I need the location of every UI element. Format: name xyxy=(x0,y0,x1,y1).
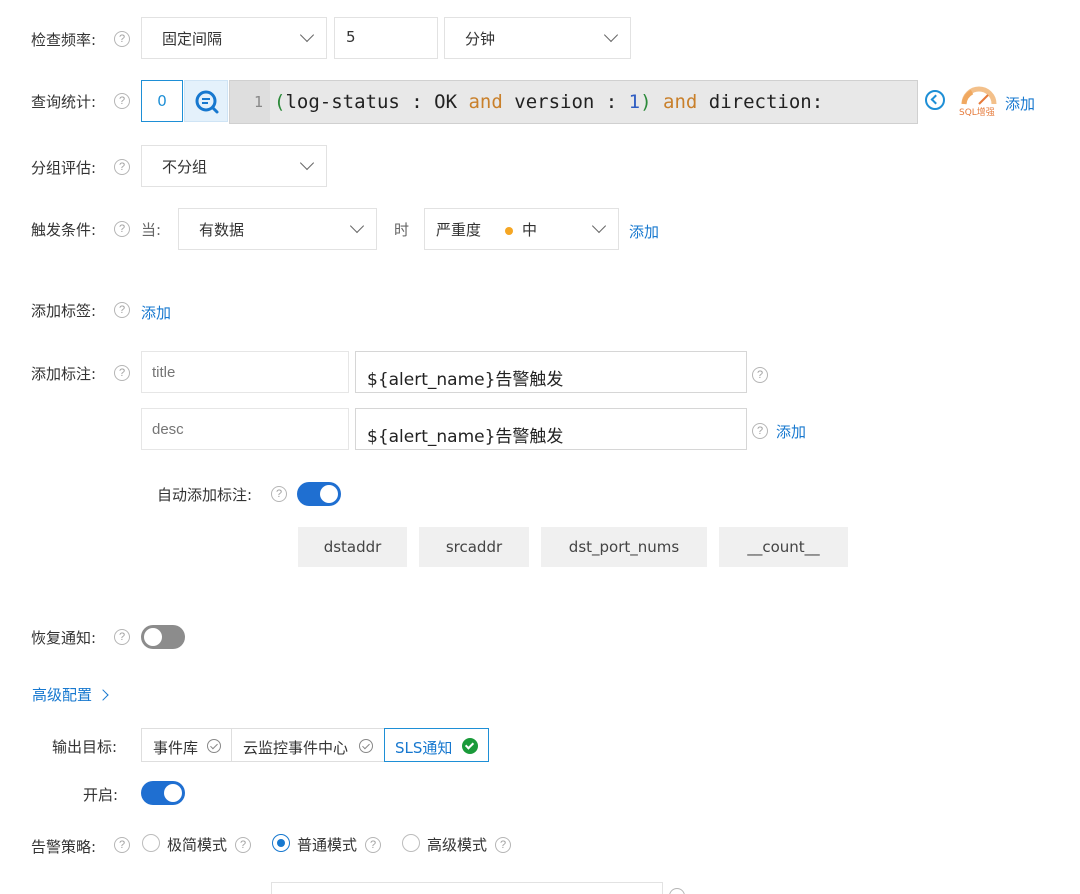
help-icon[interactable]: ? xyxy=(495,837,511,853)
annotation-value-text: ${alert_name}告警触发 xyxy=(367,427,564,447)
collapse-left-icon[interactable] xyxy=(925,90,945,110)
auto-field-tag[interactable]: dstaddr xyxy=(298,527,407,567)
trigger-label: 触发条件: xyxy=(31,221,97,239)
check-frequency-label: 检查频率: xyxy=(31,31,97,49)
help-icon[interactable]: ? xyxy=(365,837,381,853)
interval-input[interactable]: 5 xyxy=(334,17,438,59)
frequency-mode-select[interactable]: 固定间隔 xyxy=(141,17,327,59)
target-label: 云监控事件中心 xyxy=(243,739,349,757)
trigger-when-label: 当: xyxy=(141,221,162,239)
search-query-icon xyxy=(195,90,219,114)
policy-radio-advanced[interactable] xyxy=(402,834,420,852)
severity-label: 严重度 xyxy=(436,221,482,239)
help-icon[interactable]: ? xyxy=(235,837,251,853)
frequency-mode-value: 固定间隔 xyxy=(162,30,223,48)
annotation-value-input[interactable]: ${alert_name}告警触发 xyxy=(355,351,747,393)
line-gutter xyxy=(230,81,270,123)
alert-policy-label: 告警策略: xyxy=(31,838,97,856)
severity-select[interactable]: 严重度 中 xyxy=(424,208,619,250)
tags-label: 添加标签: xyxy=(31,302,97,320)
annotations-label: 添加标注: xyxy=(31,365,97,383)
trigger-condition-value: 有数据 xyxy=(199,221,245,239)
help-icon[interactable]: ? xyxy=(271,486,287,502)
help-icon[interactable]: ? xyxy=(114,31,130,47)
auto-field-tag[interactable]: srcaddr xyxy=(419,527,529,567)
query-index-box[interactable]: 0 xyxy=(141,80,183,122)
help-icon[interactable] xyxy=(669,888,685,894)
help-icon[interactable]: ? xyxy=(114,837,130,853)
help-icon[interactable]: ? xyxy=(114,93,130,109)
enable-label: 开启: xyxy=(83,786,119,804)
output-target-label: 输出目标: xyxy=(52,738,118,756)
enable-toggle[interactable] xyxy=(141,781,185,805)
policy-label: 高级模式 xyxy=(427,836,488,854)
severity-value: 中 xyxy=(522,221,538,239)
annotations-add-link[interactable]: 添加 xyxy=(776,421,806,442)
group-eval-select[interactable]: 不分组 xyxy=(141,145,327,187)
check-circle-icon xyxy=(359,739,373,753)
recovery-label: 恢复通知: xyxy=(31,629,97,647)
chevron-right-icon xyxy=(97,689,109,701)
gauge-icon xyxy=(961,86,997,105)
help-icon[interactable]: ? xyxy=(114,365,130,381)
chevron-down-icon xyxy=(603,27,619,43)
annotation-value-input[interactable]: ${alert_name}告警触发 xyxy=(355,408,747,450)
interval-unit-value: 分钟 xyxy=(465,30,496,48)
target-label: SLS通知 xyxy=(395,739,453,757)
policy-label: 普通模式 xyxy=(297,836,358,854)
policy-config-input[interactable] xyxy=(271,882,663,894)
query-stats-label: 查询统计: xyxy=(31,93,97,111)
check-circle-icon xyxy=(207,739,221,753)
check-circle-filled-icon xyxy=(462,738,478,754)
advanced-config-label: 高级配置 xyxy=(32,686,93,704)
policy-radio-normal[interactable] xyxy=(272,834,290,852)
help-icon[interactable]: ? xyxy=(752,423,768,439)
help-icon[interactable]: ? xyxy=(114,302,130,318)
help-icon[interactable]: ? xyxy=(752,367,768,383)
target-cloudmonitor[interactable]: 云监控事件中心 xyxy=(231,728,385,762)
severity-dot-icon xyxy=(505,227,513,235)
group-eval-label: 分组评估: xyxy=(31,159,97,177)
help-icon[interactable]: ? xyxy=(114,159,130,175)
auto-annotation-toggle[interactable] xyxy=(297,482,341,506)
annotation-key-input[interactable] xyxy=(141,351,349,393)
trigger-condition-select[interactable]: 有数据 xyxy=(178,208,377,250)
annotation-key-input[interactable] xyxy=(141,408,349,450)
sql-enhance-label: SQL增强 xyxy=(959,108,995,118)
advanced-config-link[interactable]: 高级配置 xyxy=(32,684,109,705)
recovery-toggle[interactable] xyxy=(141,625,185,649)
target-sls-notify[interactable]: SLS通知 xyxy=(384,728,489,762)
annotation-value-text: ${alert_name}告警触发 xyxy=(367,370,564,390)
query-add-link[interactable]: 添加 xyxy=(1005,93,1035,114)
auto-field-tag[interactable]: __count__ xyxy=(719,527,848,567)
query-text[interactable]: (log-status : OK and version : 1) and di… xyxy=(274,91,823,113)
policy-label: 极简模式 xyxy=(167,836,228,854)
interval-value: 5 xyxy=(346,28,356,46)
trigger-add-link[interactable]: 添加 xyxy=(629,221,659,242)
help-icon[interactable]: ? xyxy=(114,221,130,237)
auto-field-tag[interactable]: dst_port_nums xyxy=(541,527,707,567)
tags-add-link[interactable]: 添加 xyxy=(141,302,171,323)
interval-unit-select[interactable]: 分钟 xyxy=(444,17,631,59)
chevron-down-icon xyxy=(299,27,315,43)
chevron-down-icon xyxy=(349,218,365,234)
line-number: 1 xyxy=(254,93,264,111)
query-preview-button[interactable] xyxy=(184,80,228,122)
query-editor[interactable]: 1 (log-status : OK and version : 1) and … xyxy=(229,80,918,124)
help-icon[interactable]: ? xyxy=(114,629,130,645)
chevron-down-icon xyxy=(591,218,607,234)
query-index-value: 0 xyxy=(157,92,167,110)
trigger-then-label: 时 xyxy=(394,221,410,239)
target-event-store[interactable]: 事件库 xyxy=(141,728,232,762)
group-eval-value: 不分组 xyxy=(162,158,208,176)
auto-annotation-label: 自动添加标注: xyxy=(157,486,253,504)
target-label: 事件库 xyxy=(153,739,199,757)
chevron-down-icon xyxy=(299,155,315,171)
sql-enhance-badge[interactable]: SQL增强 xyxy=(958,86,1000,118)
policy-radio-simple[interactable] xyxy=(142,834,160,852)
